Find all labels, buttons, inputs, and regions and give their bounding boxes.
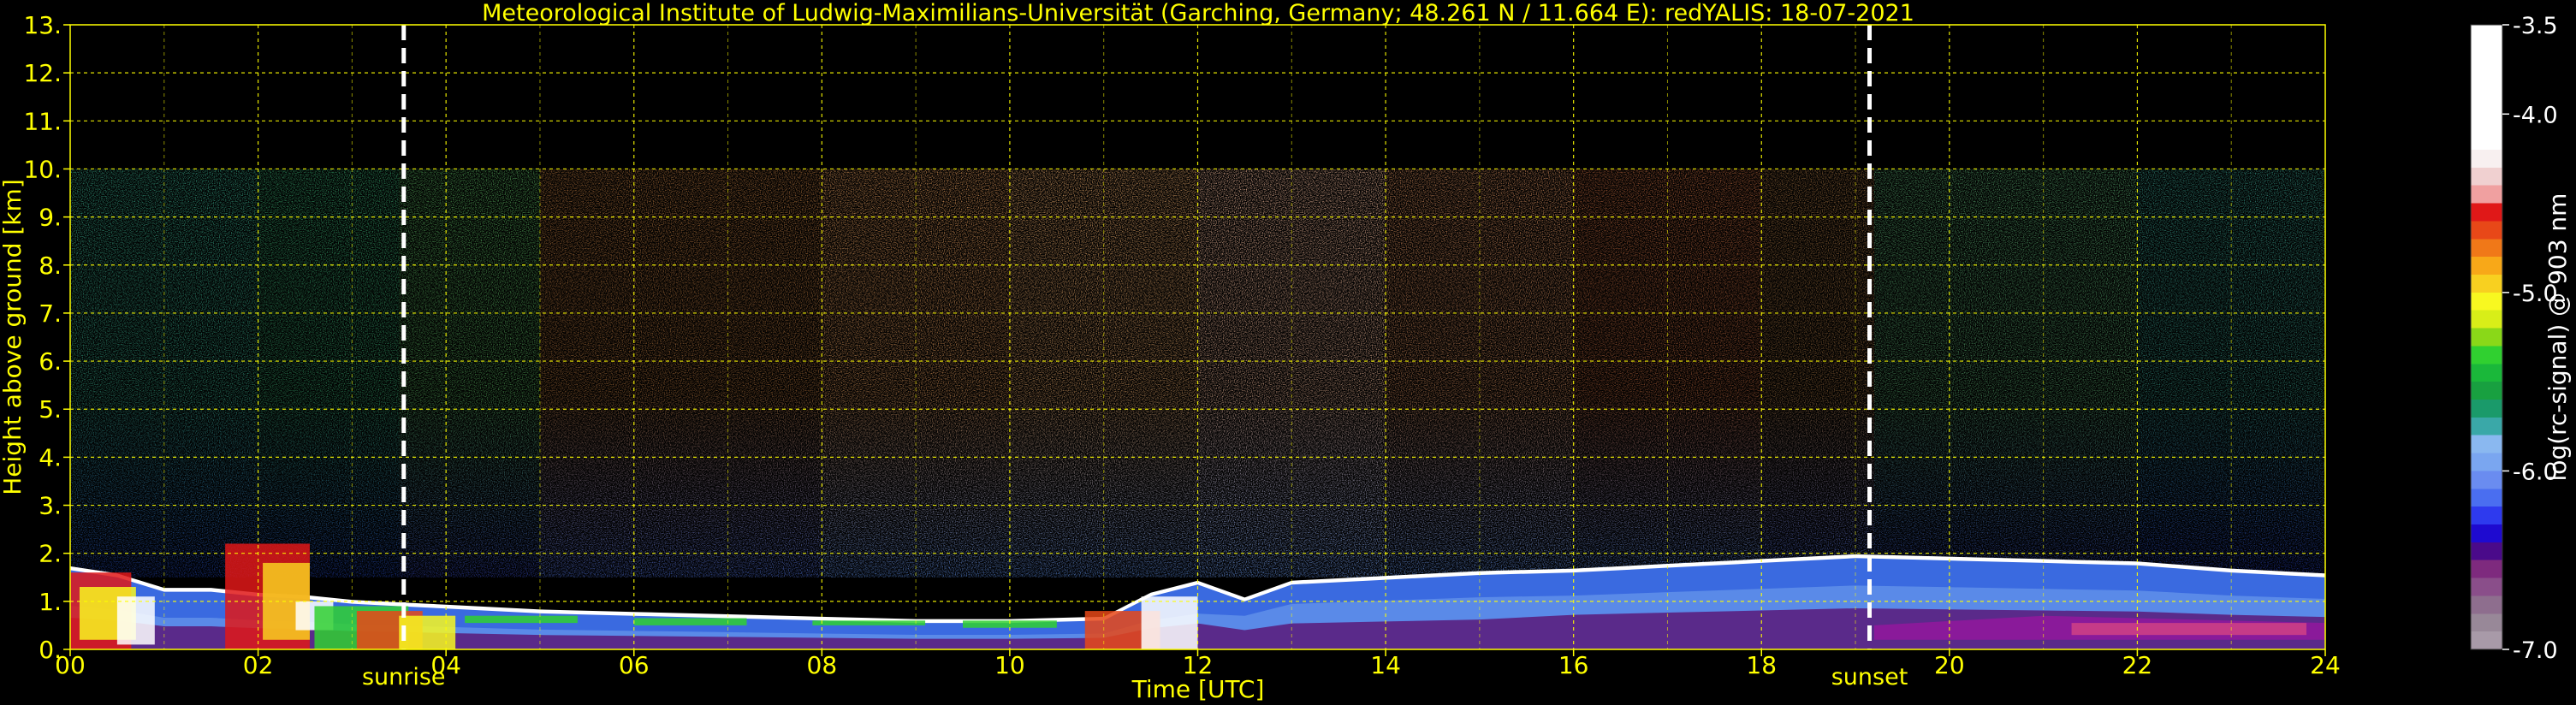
aerosol-feature: [633, 618, 747, 625]
event-label-sunset: sunset: [1831, 664, 1908, 690]
y-axis: 0.1.2.3.4.5.6.7.8.9.10.11.12.13.: [23, 11, 70, 664]
xtick-label: 00: [55, 651, 86, 679]
ytick-label: 2.: [39, 540, 62, 568]
colorbar: -3.5-4.0-5.0-6.0-7.0 log(rc-signal) @ 90…: [2470, 13, 2572, 664]
residual-layer-core: [2071, 623, 2307, 636]
xtick-label: 24: [2310, 651, 2341, 679]
y-axis-label: Height above ground [km]: [0, 179, 27, 495]
xtick-label: 04: [430, 651, 461, 679]
signal-band: [539, 169, 823, 578]
colorbar-tick-label: -4.0: [2513, 102, 2558, 128]
ytick-label: 7.: [39, 299, 62, 328]
ytick-label: 11.: [23, 107, 62, 135]
xtick-label: 08: [807, 651, 838, 679]
ytick-label: 10.: [23, 155, 62, 183]
xtick-label: 10: [994, 651, 1025, 679]
aerosol-feature: [812, 620, 926, 625]
signal-band: [2137, 169, 2325, 578]
signal-band: [1761, 169, 1875, 578]
xtick-label: 02: [243, 651, 274, 679]
ytick-label: 13.: [23, 11, 62, 39]
lidar-quicklook-chart: sunrise sunset 0.1.2.3.4.5.6.7.8.9.10.11.…: [0, 0, 2572, 703]
xtick-label: 06: [619, 651, 650, 679]
colorbar-tick-label: -7.0: [2513, 637, 2558, 664]
xtick-label: 20: [1934, 651, 1965, 679]
chart-title: Meteorological Institute of Ludwig-Maxim…: [482, 0, 1914, 27]
signal-band: [1874, 169, 2139, 578]
xtick-label: 18: [1746, 651, 1777, 679]
aerosol-feature: [465, 615, 578, 624]
colorbar-label: log(rc-signal) @ 903 nm: [2543, 193, 2572, 482]
ytick-label: 12.: [23, 59, 62, 87]
colorbar-tick-label: -3.5: [2513, 13, 2558, 39]
x-axis-label: Time [UTC]: [1131, 675, 1265, 703]
signal-band: [1197, 169, 1387, 578]
ytick-label: 3.: [39, 492, 62, 520]
ytick-label: 5.: [39, 395, 62, 424]
aerosol-feature: [399, 615, 456, 649]
signal-band: [258, 169, 401, 578]
xtick-label: 22: [2122, 651, 2153, 679]
ytick-label: 9.: [39, 204, 62, 232]
ytick-label: 1.: [39, 588, 62, 616]
aerosol-feature: [116, 596, 155, 645]
colorbar-scale: [2470, 24, 2503, 650]
xtick-label: 14: [1370, 651, 1401, 679]
ytick-label: 6.: [39, 347, 62, 376]
ytick-label: 8.: [39, 252, 62, 280]
signal-band: [399, 169, 541, 578]
ytick-label: 4.: [39, 443, 62, 471]
aerosol-feature: [1141, 596, 1198, 649]
xtick-label: 16: [1558, 651, 1589, 679]
